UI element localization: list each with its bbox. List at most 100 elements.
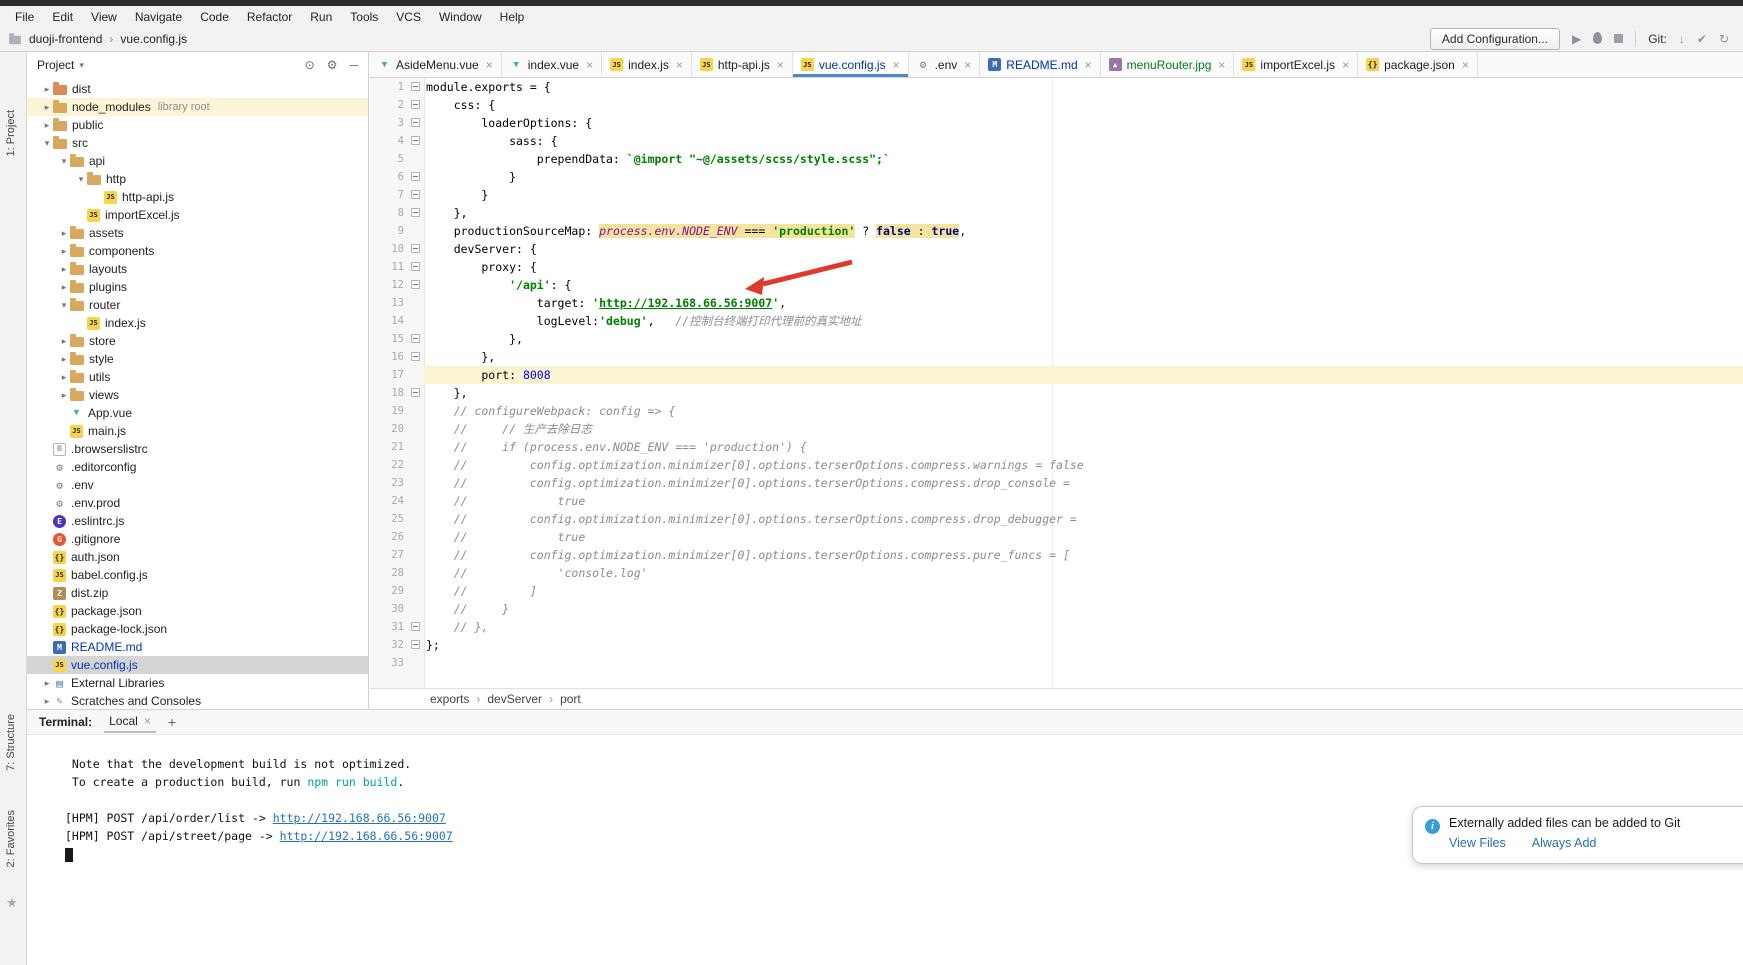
code-line[interactable]: 3 loaderOptions: { bbox=[370, 114, 1743, 132]
tree-item-router[interactable]: ▾router bbox=[27, 296, 368, 314]
tree-item-views[interactable]: ▸views bbox=[27, 386, 368, 404]
fold-marker-icon[interactable] bbox=[408, 186, 424, 204]
fold-marker-icon[interactable] bbox=[408, 204, 424, 222]
tree-item-.eslintrc.js[interactable]: E.eslintrc.js bbox=[27, 512, 368, 530]
tab-vue.config.js[interactable]: JSvue.config.js× bbox=[793, 52, 909, 77]
code-line[interactable]: 11 proxy: { bbox=[370, 258, 1743, 276]
tree-item-.browserslistrc[interactable]: ≡.browserslistrc bbox=[27, 440, 368, 458]
tree-item-auth.json[interactable]: {}auth.json bbox=[27, 548, 368, 566]
tree-item-assets[interactable]: ▸assets bbox=[27, 224, 368, 242]
close-icon[interactable]: × bbox=[1342, 58, 1349, 72]
tab-.env[interactable]: ⚙.env× bbox=[909, 52, 981, 77]
chevron-down-icon[interactable]: ▾ bbox=[58, 300, 70, 311]
stop-icon[interactable] bbox=[1614, 33, 1623, 45]
code-editor[interactable]: 1module.exports = {2 css: {3 loaderOptio… bbox=[370, 78, 1743, 689]
chevron-right-icon[interactable]: ▸ bbox=[58, 228, 70, 239]
tree-item-http-api.js[interactable]: JShttp-api.js bbox=[27, 188, 368, 206]
code-line[interactable]: 31 // }, bbox=[370, 618, 1743, 636]
code-line[interactable]: 22 // config.optimization.minimizer[0].o… bbox=[370, 456, 1743, 474]
close-icon[interactable]: × bbox=[1462, 58, 1469, 72]
tree-item-dist.zip[interactable]: Zdist.zip bbox=[27, 584, 368, 602]
close-icon[interactable]: × bbox=[893, 58, 900, 72]
code-line[interactable]: 27 // config.optimization.minimizer[0].o… bbox=[370, 546, 1743, 564]
stripe-favorites-button[interactable]: 2: Favorites bbox=[5, 810, 17, 867]
new-terminal-icon[interactable]: + bbox=[168, 714, 176, 730]
chevron-right-icon[interactable]: ▸ bbox=[58, 282, 70, 293]
fold-marker-icon[interactable] bbox=[408, 132, 424, 150]
chevron-down-icon[interactable]: ▾ bbox=[79, 60, 84, 71]
close-icon[interactable]: × bbox=[964, 58, 971, 72]
editor-breadcrumb-devServer[interactable]: devServer bbox=[487, 692, 542, 706]
menu-view[interactable]: View bbox=[82, 8, 126, 26]
chevron-right-icon[interactable]: ▸ bbox=[58, 336, 70, 347]
tree-item-node_modules[interactable]: ▸node_moduleslibrary root bbox=[27, 98, 368, 116]
code-line[interactable]: 18 }, bbox=[370, 384, 1743, 402]
tree-item-layouts[interactable]: ▸layouts bbox=[27, 260, 368, 278]
tree-item-dist[interactable]: ▸dist bbox=[27, 80, 368, 98]
breadcrumb-item-duoji-frontend[interactable]: duoji-frontend bbox=[29, 32, 102, 46]
vcs-revert-icon[interactable]: ↻ bbox=[1719, 33, 1729, 45]
tree-item-main.js[interactable]: JSmain.js bbox=[27, 422, 368, 440]
tree-item-babel.config.js[interactable]: JSbabel.config.js bbox=[27, 566, 368, 584]
code-line[interactable]: 25 // config.optimization.minimizer[0].o… bbox=[370, 510, 1743, 528]
tree-item-package.json[interactable]: {}package.json bbox=[27, 602, 368, 620]
hide-panel-icon[interactable]: ─ bbox=[349, 58, 358, 72]
fold-marker-icon[interactable] bbox=[408, 168, 424, 186]
tree-item-App.vue[interactable]: ▼App.vue bbox=[27, 404, 368, 422]
code-line[interactable]: 2 css: { bbox=[370, 96, 1743, 114]
tree-item-.env.prod[interactable]: ⚙.env.prod bbox=[27, 494, 368, 512]
tree-item-style[interactable]: ▸style bbox=[27, 350, 368, 368]
close-icon[interactable]: × bbox=[486, 58, 493, 72]
tree-item-public[interactable]: ▸public bbox=[27, 116, 368, 134]
terminal-link[interactable]: http://192.168.66.56:9007 bbox=[280, 829, 453, 843]
tree-item-components[interactable]: ▸components bbox=[27, 242, 368, 260]
tab-index.js[interactable]: JSindex.js× bbox=[602, 52, 692, 77]
menu-navigate[interactable]: Navigate bbox=[126, 8, 191, 26]
chevron-down-icon[interactable]: ▾ bbox=[58, 156, 70, 167]
fold-marker-icon[interactable] bbox=[408, 330, 424, 348]
close-icon[interactable]: × bbox=[1085, 58, 1092, 72]
tab-AsideMenu.vue[interactable]: ▼AsideMenu.vue× bbox=[370, 52, 502, 77]
tree-item-api[interactable]: ▾api bbox=[27, 152, 368, 170]
settings-gear-icon[interactable]: ⚙ bbox=[327, 58, 338, 72]
menu-file[interactable]: File bbox=[6, 8, 43, 26]
code-line[interactable]: 26 // true bbox=[370, 528, 1743, 546]
code-line[interactable]: 30 // } bbox=[370, 600, 1743, 618]
chevron-right-icon[interactable]: ▸ bbox=[41, 120, 53, 131]
project-panel-title[interactable]: Project bbox=[37, 58, 74, 72]
fold-marker-icon[interactable] bbox=[408, 240, 424, 258]
close-icon[interactable]: × bbox=[586, 58, 593, 72]
chevron-right-icon[interactable]: ▸ bbox=[41, 696, 53, 707]
code-line[interactable]: 15 }, bbox=[370, 330, 1743, 348]
code-line[interactable]: 1module.exports = { bbox=[370, 78, 1743, 96]
menu-refactor[interactable]: Refactor bbox=[238, 8, 301, 26]
code-line[interactable]: 10 devServer: { bbox=[370, 240, 1743, 258]
tree-item-store[interactable]: ▸store bbox=[27, 332, 368, 350]
menu-run[interactable]: Run bbox=[301, 8, 341, 26]
code-line[interactable]: 9 productionSourceMap: process.env.NODE_… bbox=[370, 222, 1743, 240]
terminal-link[interactable]: http://192.168.66.56:9007 bbox=[273, 811, 446, 825]
code-line[interactable]: 13 target: 'http://192.168.66.56:9007', bbox=[370, 294, 1743, 312]
tab-importExcel.js[interactable]: JSimportExcel.js× bbox=[1234, 52, 1358, 77]
tree-item-http[interactable]: ▾http bbox=[27, 170, 368, 188]
fold-marker-icon[interactable] bbox=[408, 636, 424, 654]
tree-item-README.md[interactable]: MREADME.md bbox=[27, 638, 368, 656]
chevron-right-icon[interactable]: ▸ bbox=[41, 102, 53, 113]
fold-marker-icon[interactable] bbox=[408, 348, 424, 366]
menu-help[interactable]: Help bbox=[491, 8, 534, 26]
terminal-tab-local[interactable]: Local × bbox=[104, 711, 156, 733]
tree-item-Scratches and Consoles[interactable]: ▸✎Scratches and Consoles bbox=[27, 692, 368, 709]
editor-breadcrumb-exports[interactable]: exports bbox=[430, 692, 469, 706]
code-line[interactable]: 14 logLevel:'debug', //控制台终端打印代理前的真实地址 bbox=[370, 312, 1743, 330]
code-line[interactable]: 33 bbox=[370, 654, 1743, 672]
tree-item-importExcel.js[interactable]: JSimportExcel.js bbox=[27, 206, 368, 224]
tree-item-src[interactable]: ▾src bbox=[27, 134, 368, 152]
code-line[interactable]: 5 prependData: `@import "~@/assets/scss/… bbox=[370, 150, 1743, 168]
tree-item-index.js[interactable]: JSindex.js bbox=[27, 314, 368, 332]
stripe-project-button[interactable]: 1: Project bbox=[5, 110, 17, 156]
menu-code[interactable]: Code bbox=[191, 8, 238, 26]
code-line[interactable]: 21 // if (process.env.NODE_ENV === 'prod… bbox=[370, 438, 1743, 456]
fold-marker-icon[interactable] bbox=[408, 384, 424, 402]
tree-item-utils[interactable]: ▸utils bbox=[27, 368, 368, 386]
close-icon[interactable]: × bbox=[676, 58, 683, 72]
